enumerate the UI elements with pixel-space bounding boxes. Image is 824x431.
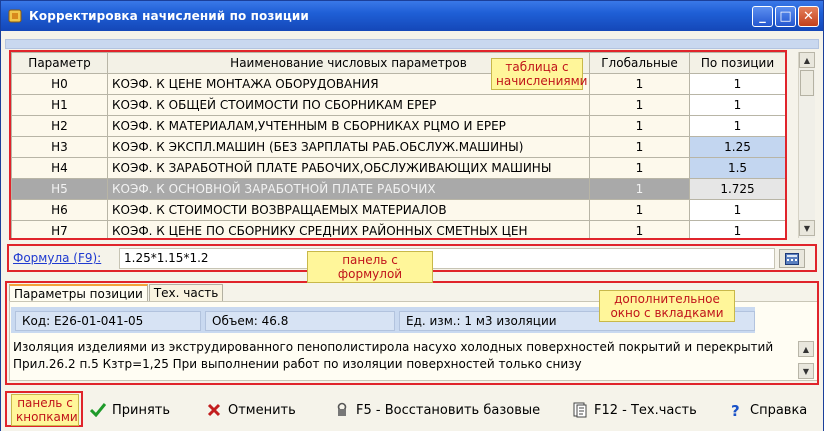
cell-position[interactable]: 1 xyxy=(689,199,785,221)
tab-tech-part[interactable]: Тех. часть xyxy=(148,284,224,302)
maximize-button[interactable]: □ xyxy=(775,6,796,27)
cell-global[interactable]: 1 xyxy=(589,94,690,116)
table-row[interactable]: H2 КОЭФ. К МАТЕРИАЛАМ,УЧТЕННЫМ В СБОРНИКА… xyxy=(11,115,785,137)
cell-global[interactable]: 1 xyxy=(589,157,690,179)
cell-name[interactable]: КОЭФ. К ЭКСПЛ.МАШИН (БЕЗ ЗАРПЛАТЫ РАБ.ОБ… xyxy=(107,136,590,158)
column-header-position[interactable]: По позиции xyxy=(689,52,785,74)
window-controls: _ □ ✕ xyxy=(752,6,819,27)
tab-position-params[interactable]: Параметры позиции xyxy=(9,284,148,302)
restore-defaults-label: F5 - Восстановить базовые xyxy=(356,402,541,418)
table-row[interactable]: H3 КОЭФ. К ЭКСПЛ.МАШИН (БЕЗ ЗАРПЛАТЫ РАБ.… xyxy=(11,136,785,158)
cancel-button[interactable]: Отменить xyxy=(205,399,296,421)
annotation-note-table: таблица с начислениями xyxy=(491,58,587,90)
table-row[interactable]: H0 КОЭФ. К ЦЕНЕ МОНТАЖА ОБОРУДОВАНИЯ 1 1 xyxy=(11,73,785,95)
cancel-label: Отменить xyxy=(228,402,296,418)
scroll-thumb[interactable] xyxy=(800,70,814,96)
cell-param[interactable]: H4 xyxy=(11,157,108,179)
tech-part-label: F12 - Тех.часть xyxy=(594,402,697,418)
close-button[interactable]: ✕ xyxy=(798,6,819,27)
formula-input[interactable]: 1.25*1.15*1.2 xyxy=(119,248,775,269)
help-button[interactable]: ? Справка xyxy=(727,399,807,421)
formula-label[interactable]: Формула (F9): xyxy=(13,251,101,265)
cross-icon xyxy=(205,401,223,419)
cell-param[interactable]: H5 xyxy=(11,178,108,200)
restore-icon xyxy=(333,401,351,419)
cell-position[interactable]: 1.725 xyxy=(689,178,785,200)
description-scroll-up-icon[interactable]: ▲ xyxy=(798,341,814,357)
description-line-2: Прил.26.2 п.5 Кзтр=1,25 При выполнении р… xyxy=(13,357,582,371)
cell-position[interactable]: 1.5 xyxy=(689,157,785,179)
cell-param[interactable]: H6 xyxy=(11,199,108,221)
tech-part-button[interactable]: F12 - Тех.часть xyxy=(571,399,697,421)
column-header-param[interactable]: Параметр xyxy=(11,52,108,74)
window: Корректировка начислений по позиции _ □ … xyxy=(0,0,824,431)
check-icon xyxy=(89,401,107,419)
position-volume: Объем: 46.8 xyxy=(205,311,395,331)
description-scrollbar[interactable]: ▲ ▼ xyxy=(798,341,814,379)
table-row[interactable]: H1 КОЭФ. К ОБЩЕЙ СТОИМОСТИ ПО СБОРНИКАМ Е… xyxy=(11,94,785,116)
cell-global[interactable]: 1 xyxy=(589,136,690,158)
app-icon xyxy=(7,8,23,24)
cell-param[interactable]: H7 xyxy=(11,220,108,238)
annotation-note-buttons: панель с кнопками xyxy=(11,394,79,426)
annotation-note-extra: дополнительное окно с вкладками xyxy=(599,290,735,322)
annotation-note-formula: панель с формулой xyxy=(307,251,433,283)
cell-name[interactable]: КОЭФ. К ОСНОВНОЙ ЗАРАБОТНОЙ ПЛАТЕ РАБОЧИ… xyxy=(107,178,590,200)
restore-defaults-button[interactable]: F5 - Восстановить базовые xyxy=(333,399,540,421)
position-description: Изоляция изделиями из экструдированного … xyxy=(13,339,793,379)
charges-grid[interactable]: Параметр Наименование числовых параметро… xyxy=(11,52,785,238)
cell-global[interactable]: 1 xyxy=(589,115,690,137)
cell-param[interactable]: H2 xyxy=(11,115,108,137)
tab-strip: Параметры позиции Тех. часть xyxy=(9,284,224,302)
table-row[interactable]: H5 КОЭФ. К ОСНОВНОЙ ЗАРАБОТНОЙ ПЛАТЕ РАБО… xyxy=(11,178,785,200)
title-bar[interactable]: Корректировка начислений по позиции _ □ … xyxy=(1,1,823,31)
cell-param[interactable]: H0 xyxy=(11,73,108,95)
document-icon xyxy=(571,401,589,419)
table-row[interactable]: H6 КОЭФ. К СТОИМОСТИ ВОЗВРАЩАЕМЫХ МАТЕРИА… xyxy=(11,199,785,221)
scroll-down-icon[interactable]: ▼ xyxy=(799,220,815,236)
cell-position[interactable]: 1 xyxy=(689,94,785,116)
cell-global[interactable]: 1 xyxy=(589,199,690,221)
cell-position[interactable]: 1 xyxy=(689,115,785,137)
table-row[interactable]: H7 КОЭФ. К ЦЕНЕ ПО СБОРНИКУ СРЕДНИХ РАЙОН… xyxy=(11,220,785,238)
table-scrollbar[interactable]: ▲ ▼ xyxy=(798,52,815,238)
scroll-up-icon[interactable]: ▲ xyxy=(799,52,815,68)
cell-param[interactable]: H1 xyxy=(11,94,108,116)
cell-global[interactable]: 1 xyxy=(589,73,690,95)
cell-name[interactable]: КОЭФ. К СТОИМОСТИ ВОЗВРАЩАЕМЫХ МАТЕРИАЛО… xyxy=(107,199,590,221)
column-header-global[interactable]: Глобальные xyxy=(589,52,690,74)
charges-table[interactable]: Параметр Наименование числовых параметро… xyxy=(11,52,785,238)
top-strip xyxy=(5,39,819,49)
position-code: Код: E26-01-041-05 xyxy=(15,311,201,331)
cell-name[interactable]: КОЭФ. К ЦЕНЕ ПО СБОРНИКУ СРЕДНИХ РАЙОННЫ… xyxy=(107,220,590,238)
table-row[interactable]: H4 КОЭФ. К ЗАРАБОТНОЙ ПЛАТЕ РАБОЧИХ,ОБСЛУ… xyxy=(11,157,785,179)
cell-global[interactable]: 1 xyxy=(589,220,690,238)
table-header-row: Параметр Наименование числовых параметро… xyxy=(11,52,785,74)
description-line-1: Изоляция изделиями из экструдированного … xyxy=(13,340,774,354)
accept-label: Принять xyxy=(112,402,171,418)
window-title: Корректировка начислений по позиции xyxy=(29,9,309,23)
minimize-button[interactable]: _ xyxy=(752,6,773,27)
cell-name[interactable]: КОЭФ. К ОБЩЕЙ СТОИМОСТИ ПО СБОРНИКАМ ЕРЕ… xyxy=(107,94,590,116)
cell-position[interactable]: 1 xyxy=(689,73,785,95)
cell-name[interactable]: КОЭФ. К ЗАРАБОТНОЙ ПЛАТЕ РАБОЧИХ,ОБСЛУЖИ… xyxy=(107,157,590,179)
svg-text:?: ? xyxy=(731,402,740,418)
calculator-icon xyxy=(785,252,799,265)
cell-position[interactable]: 1 xyxy=(689,220,785,238)
description-scroll-down-icon[interactable]: ▼ xyxy=(798,363,814,379)
cell-param[interactable]: H3 xyxy=(11,136,108,158)
cell-position[interactable]: 1.25 xyxy=(689,136,785,158)
calculator-button[interactable] xyxy=(779,249,805,268)
accept-button[interactable]: Принять xyxy=(89,399,170,421)
question-icon: ? xyxy=(727,401,745,419)
cell-global[interactable]: 1 xyxy=(589,178,690,200)
help-label: Справка xyxy=(750,402,808,418)
cell-name[interactable]: КОЭФ. К МАТЕРИАЛАМ,УЧТЕННЫМ В СБОРНИКАХ … xyxy=(107,115,590,137)
